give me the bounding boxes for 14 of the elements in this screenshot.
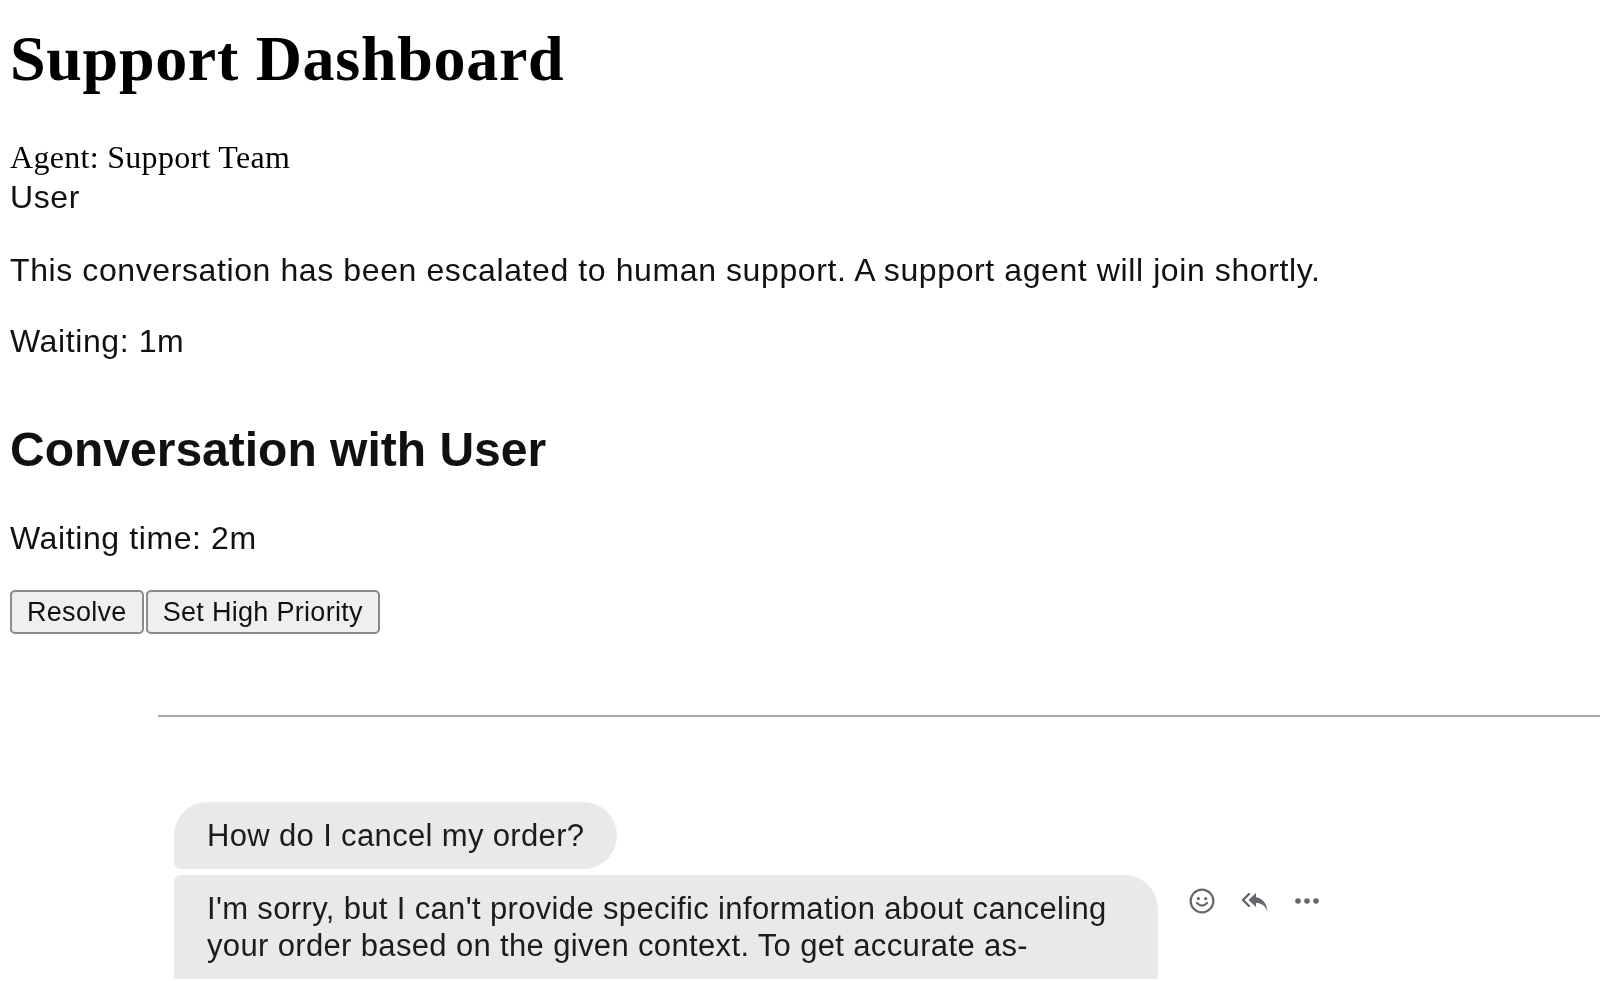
message-bubble: I'm sorry, but I can't provide specific information about canceling your order based on the given context. To get accurate as- bbox=[174, 875, 1158, 979]
message-bubble: How do I cancel my order? bbox=[174, 802, 618, 869]
conversation-heading: Conversation with User bbox=[10, 422, 547, 478]
action-button[interactable]: Set High Priority bbox=[145, 590, 380, 634]
user-label: User bbox=[10, 178, 80, 217]
reply-all-icon[interactable] bbox=[1241, 890, 1269, 912]
page-title: Support Dashboard bbox=[10, 22, 565, 96]
waiting-label: Waiting: 1m bbox=[10, 322, 185, 361]
escalation-notice: This conversation has been escalated to human support. A support agent will join shortly. bbox=[10, 251, 1321, 290]
waiting-time-label: Waiting time: 2m bbox=[10, 519, 257, 558]
smiley-icon[interactable] bbox=[1189, 888, 1215, 914]
ellipsis-icon[interactable] bbox=[1295, 898, 1319, 904]
agent-label: Agent: Support Team bbox=[10, 138, 291, 177]
action-button[interactable]: Resolve bbox=[10, 590, 144, 634]
